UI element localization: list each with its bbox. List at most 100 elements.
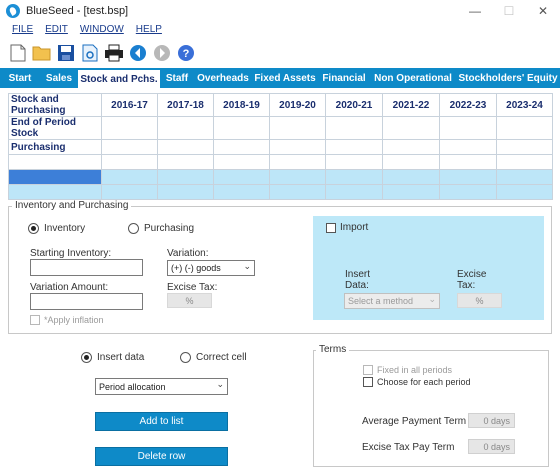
grid-cell[interactable] — [439, 154, 497, 170]
forward-arrow-icon[interactable] — [152, 43, 172, 63]
grid-cell[interactable] — [213, 154, 270, 170]
excise-tax-input[interactable]: % — [167, 293, 212, 308]
save-icon[interactable] — [56, 43, 76, 63]
grid-cell[interactable] — [157, 139, 214, 155]
grid-cell[interactable] — [496, 139, 553, 155]
grid-cell[interactable] — [269, 184, 326, 200]
import-excise-input[interactable]: % — [457, 293, 502, 308]
table-row[interactable]: Purchasing — [8, 139, 553, 155]
grid-cell[interactable] — [101, 139, 158, 155]
variation-select[interactable]: (+) (-) goods ⌄ — [167, 260, 255, 276]
grid-cell[interactable] — [439, 139, 497, 155]
year-header: 2023-24 — [496, 93, 553, 117]
tab-start[interactable]: Start — [0, 68, 40, 88]
import-method-select[interactable]: Select a method ⌄ — [344, 293, 440, 309]
apply-inflation-checkbox[interactable]: *Apply inflation — [30, 315, 104, 325]
radio-unselected-icon — [180, 352, 191, 363]
import-checkbox[interactable]: Import — [326, 222, 368, 233]
grid-cell[interactable] — [213, 116, 270, 140]
tab-overheads[interactable]: Overheads — [194, 68, 252, 88]
grid-cell[interactable] — [269, 116, 326, 140]
grid-header-row: Stock and Purchasing 2016-17 2017-18 201… — [8, 93, 553, 117]
tab-sales[interactable]: Sales — [40, 68, 78, 88]
excise-tax-pay-term-input[interactable]: 0 days — [468, 439, 515, 454]
grid-cell[interactable] — [439, 169, 497, 185]
grid-cell[interactable] — [496, 154, 553, 170]
radio-correct-cell[interactable]: Correct cell — [180, 352, 247, 363]
grid-cell[interactable] — [496, 184, 553, 200]
table-row-selected[interactable] — [8, 184, 553, 200]
grid-cell[interactable] — [101, 184, 158, 200]
back-arrow-icon[interactable] — [128, 43, 148, 63]
choose-each-period-checkbox[interactable]: Choose for each period — [363, 377, 471, 387]
grid-cell[interactable] — [325, 184, 383, 200]
menu-file[interactable]: FILE — [12, 24, 33, 40]
grid-cell[interactable] — [269, 154, 326, 170]
new-file-icon[interactable] — [8, 43, 28, 63]
grid-cell[interactable] — [269, 139, 326, 155]
chevron-down-icon: ⌄ — [243, 261, 251, 271]
grid-cell[interactable] — [496, 169, 553, 185]
grid-cell[interactable] — [101, 116, 158, 140]
table-row[interactable]: End of Period Stock — [8, 116, 553, 140]
grid-cell[interactable] — [382, 139, 440, 155]
current-cell[interactable] — [8, 169, 102, 185]
menu-window[interactable]: WINDOW — [80, 24, 124, 40]
document-settings-icon[interactable] — [80, 43, 100, 63]
grid-cell[interactable] — [101, 154, 158, 170]
close-icon[interactable]: ✕ — [526, 0, 560, 22]
tab-staff[interactable]: Staff — [160, 68, 194, 88]
tab-fixed-assets[interactable]: Fixed Assets — [252, 68, 318, 88]
grid-cell[interactable] — [382, 184, 440, 200]
radio-purchasing[interactable]: Purchasing — [128, 223, 194, 234]
grid-cell[interactable] — [325, 169, 383, 185]
grid-cell[interactable] — [8, 184, 102, 200]
menu-help[interactable]: HELP — [136, 24, 162, 40]
excise-tax-pay-term-label: Excise Tax Pay Term — [362, 442, 455, 453]
delete-row-button[interactable]: Delete row — [95, 447, 228, 466]
open-folder-icon[interactable] — [32, 43, 52, 63]
minimize-icon[interactable]: — — [458, 0, 492, 22]
grid-cell[interactable] — [382, 116, 440, 140]
grid-cell[interactable] — [8, 154, 102, 170]
table-row[interactable] — [8, 154, 553, 170]
grid-cell[interactable] — [157, 154, 214, 170]
year-header: 2021-22 — [382, 93, 440, 117]
fixed-all-periods-checkbox[interactable]: Fixed in all periods — [363, 365, 452, 375]
allocation-select[interactable]: Period allocation ⌄ — [95, 378, 228, 395]
excise-tax-label: Excise Tax: — [167, 282, 218, 293]
grid-cell[interactable] — [213, 169, 270, 185]
avg-payment-term-input[interactable]: 0 days — [468, 413, 515, 428]
grid-cell[interactable] — [325, 154, 383, 170]
menu-edit[interactable]: EDIT — [45, 24, 68, 40]
radio-insert-data[interactable]: Insert data — [81, 352, 144, 363]
grid-cell[interactable] — [269, 169, 326, 185]
radio-inventory[interactable]: Inventory — [28, 223, 85, 234]
grid-cell[interactable] — [325, 139, 383, 155]
grid-cell[interactable] — [325, 116, 383, 140]
year-header: 2022-23 — [439, 93, 497, 117]
grid-cell[interactable] — [439, 184, 497, 200]
grid-cell[interactable] — [157, 169, 214, 185]
variation-amount-input[interactable] — [30, 293, 143, 310]
grid-cell[interactable] — [382, 154, 440, 170]
tab-stock-and-pchs[interactable]: Stock and Pchs. — [78, 68, 160, 88]
grid-cell[interactable] — [439, 116, 497, 140]
maximize-icon[interactable]: ☐ — [492, 0, 526, 22]
starting-inventory-input[interactable] — [30, 259, 143, 276]
tab-financial[interactable]: Financial — [318, 68, 370, 88]
grid-cell[interactable] — [496, 116, 553, 140]
tab-stockholders-equity[interactable]: Stockholders' Equity — [456, 68, 560, 88]
grid-cell[interactable] — [213, 139, 270, 155]
grid-cell[interactable] — [157, 184, 214, 200]
table-row-selected[interactable] — [8, 169, 553, 185]
print-icon[interactable] — [104, 43, 124, 63]
add-to-list-button[interactable]: Add to list — [95, 412, 228, 431]
import-excise-label: Excise — [457, 269, 487, 280]
grid-cell[interactable] — [157, 116, 214, 140]
grid-cell[interactable] — [382, 169, 440, 185]
grid-cell[interactable] — [213, 184, 270, 200]
tab-non-operational[interactable]: Non Operational — [370, 68, 456, 88]
help-icon[interactable]: ? — [176, 43, 196, 63]
grid-cell[interactable] — [101, 169, 158, 185]
